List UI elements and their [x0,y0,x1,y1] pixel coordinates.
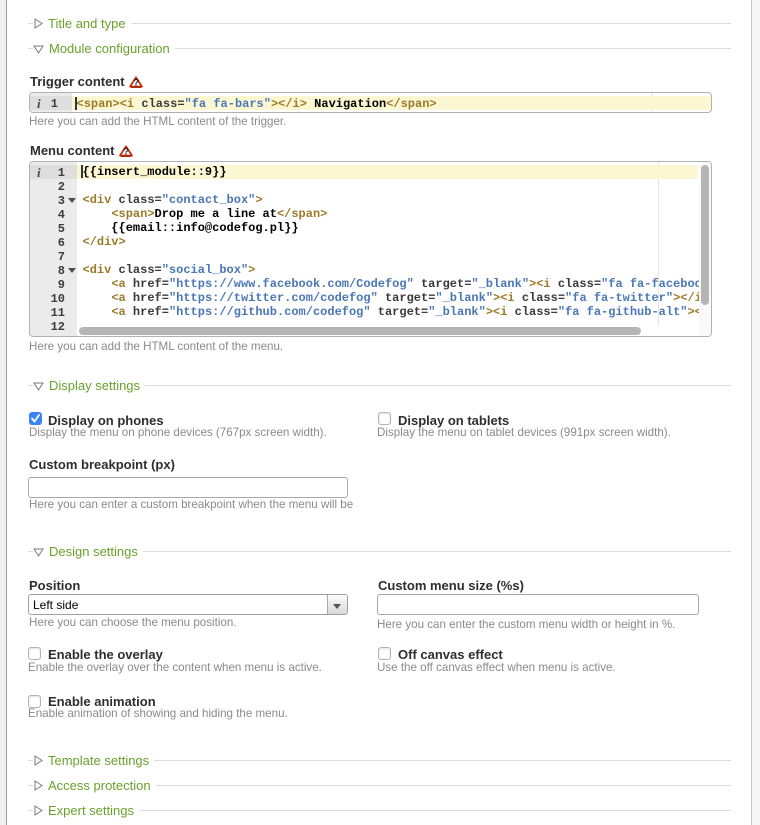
svg-text:?: ? [123,147,129,157]
svg-text:?: ? [133,78,139,88]
